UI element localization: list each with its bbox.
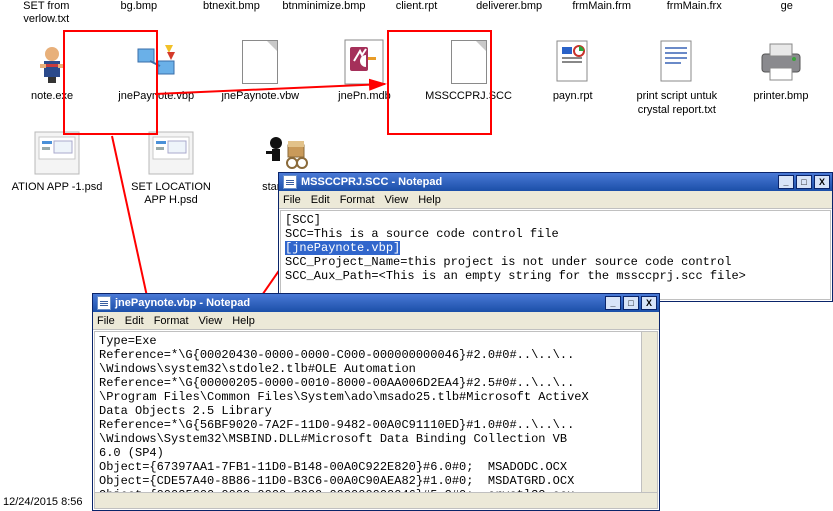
file-label: jnePaynote.vbp — [118, 90, 194, 103]
menu-format[interactable]: Format — [340, 194, 375, 206]
file-item[interactable]: btnminimize.bmp — [278, 0, 371, 34]
file-item[interactable]: SET from verlow.txt — [0, 0, 93, 34]
statusbar-timestamp: 12/24/2015 8:56 — [3, 496, 83, 508]
file-label: btnminimize.bmp — [282, 0, 365, 13]
window-buttons: _ □ X — [605, 296, 657, 310]
notepad-icon — [97, 296, 111, 310]
menu-file[interactable]: File — [283, 194, 301, 206]
menubar: File Edit Format View Help — [93, 312, 659, 330]
window-title: jnePaynote.vbp - Notepad — [115, 297, 605, 309]
notepad-text-area[interactable]: Type=Exe Reference=*\G{00020430-0000-000… — [94, 331, 658, 509]
file-label: printer.bmp — [753, 90, 808, 103]
vbp-icon — [132, 38, 180, 86]
file-item-jnepaynote-vbw[interactable]: jnePaynote.vbw — [208, 34, 312, 124]
psd-thumbnail-icon — [33, 129, 81, 177]
minimize-button[interactable]: _ — [605, 296, 621, 310]
notepad-window-jnepaynote[interactable]: jnePaynote.vbp - Notepad _ □ X File Edit… — [92, 293, 660, 511]
file-label: frmMain.frm — [572, 0, 631, 13]
file-label: client.rpt — [396, 0, 438, 13]
notepad-text-area[interactable]: [SCC] SCC=This is a source code control … — [280, 210, 831, 300]
file-item[interactable]: deliverer.bmp — [463, 0, 556, 34]
file-label: ge — [781, 0, 793, 13]
file-item-psd[interactable]: ATION APP -1.psd — [0, 125, 114, 215]
file-label: deliverer.bmp — [476, 0, 542, 13]
file-item[interactable]: ge — [741, 0, 833, 34]
menu-help[interactable]: Help — [232, 315, 255, 327]
vertical-scrollbar[interactable] — [641, 332, 657, 508]
menu-help[interactable]: Help — [418, 194, 441, 206]
menu-format[interactable]: Format — [154, 315, 189, 327]
file-label: SET from verlow.txt — [2, 0, 91, 26]
file-label: note.exe — [31, 90, 73, 103]
psd-thumbnail-icon — [147, 129, 195, 177]
printer-icon — [757, 38, 805, 86]
file-label: jnePaynote.vbw — [221, 90, 299, 103]
txt-icon — [653, 38, 701, 86]
file-label: btnexit.bmp — [203, 0, 260, 13]
file-item-note-exe[interactable]: note.exe — [0, 34, 104, 124]
text-line: [SCC] — [285, 213, 321, 227]
notepad-icon — [283, 175, 297, 189]
file-label: jnePn.mdb — [338, 90, 391, 103]
file-label: SET LOCATION APP H.psd — [119, 181, 223, 207]
file-label: ATION APP -1.psd — [12, 181, 103, 194]
window-title: MSSCCPRJ.SCC - Notepad — [301, 176, 778, 188]
file-item-psd[interactable]: SET LOCATION APP H.psd — [114, 125, 228, 215]
file-label: print script untuk crystal report.txt — [627, 90, 727, 116]
file-item[interactable]: bg.bmp — [93, 0, 186, 34]
file-item-printer-bmp[interactable]: printer.bmp — [729, 34, 833, 124]
generic-file-icon — [236, 38, 284, 86]
text-line: SCC_Aux_Path=<This is an empty string fo… — [285, 269, 746, 283]
selected-text: [jnePaynote.vbp] — [285, 241, 400, 255]
menu-edit[interactable]: Edit — [311, 194, 330, 206]
file-item-mssccprj-scc[interactable]: MSSCCPRJ.SCC — [417, 34, 521, 124]
file-item[interactable]: frmMain.frm — [555, 0, 648, 34]
menu-file[interactable]: File — [97, 315, 115, 327]
notepad-window-mssccprj[interactable]: MSSCCPRJ.SCC - Notepad _ □ X File Edit F… — [278, 172, 833, 302]
file-item[interactable]: frmMain.frx — [648, 0, 741, 34]
file-row: SET from verlow.txt bg.bmp btnexit.bmp b… — [0, 0, 833, 34]
file-item[interactable]: btnexit.bmp — [185, 0, 278, 34]
rpt-icon — [549, 38, 597, 86]
horizontal-scrollbar[interactable] — [95, 492, 657, 508]
file-item[interactable]: client.rpt — [370, 0, 463, 34]
notepad-content: Type=Exe Reference=*\G{00020430-0000-000… — [99, 334, 596, 509]
window-buttons: _ □ X — [778, 175, 830, 189]
titlebar[interactable]: MSSCCPRJ.SCC - Notepad _ □ X — [279, 173, 832, 191]
menubar: File Edit Format View Help — [279, 191, 832, 209]
exe-icon — [28, 38, 76, 86]
text-line: SCC=This is a source code control file — [285, 227, 559, 241]
mdb-icon — [340, 38, 388, 86]
menu-view[interactable]: View — [199, 315, 223, 327]
file-item-jnepn-mdb[interactable]: jnePn.mdb — [312, 34, 416, 124]
file-label: bg.bmp — [120, 0, 157, 13]
file-item-jnepaynote-vbp[interactable]: jnePaynote.vbp — [104, 34, 208, 124]
file-label: frmMain.frx — [667, 0, 722, 13]
file-item-payn-rpt[interactable]: payn.rpt — [521, 34, 625, 124]
titlebar[interactable]: jnePaynote.vbp - Notepad _ □ X — [93, 294, 659, 312]
generic-file-icon — [445, 38, 493, 86]
file-item-print-script-txt[interactable]: print script untuk crystal report.txt — [625, 34, 729, 124]
file-row: note.exe jnePaynote.vbp jnePaynote.vbw — [0, 34, 833, 124]
maximize-button[interactable]: □ — [623, 296, 639, 310]
file-label: payn.rpt — [553, 90, 593, 103]
minimize-button[interactable]: _ — [778, 175, 794, 189]
maximize-button[interactable]: □ — [796, 175, 812, 189]
text-line: SCC_Project_Name=this project is not und… — [285, 255, 731, 269]
menu-view[interactable]: View — [385, 194, 409, 206]
close-button[interactable]: X — [814, 175, 830, 189]
file-label: MSSCCPRJ.SCC — [425, 90, 512, 103]
menu-edit[interactable]: Edit — [125, 315, 144, 327]
close-button[interactable]: X — [641, 296, 657, 310]
bmp-thumbnail-icon — [261, 129, 309, 177]
